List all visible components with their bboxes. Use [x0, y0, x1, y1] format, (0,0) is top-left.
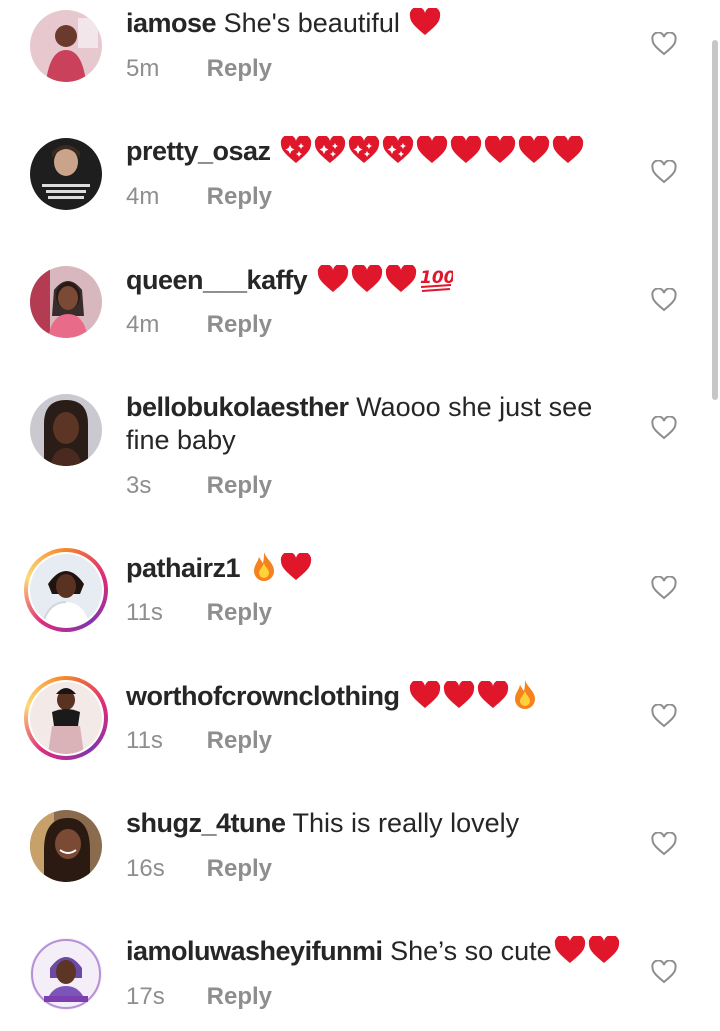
reply-button[interactable]: Reply	[207, 311, 272, 338]
heart-outline-icon[interactable]	[651, 832, 677, 856]
heart-emoji-icon	[482, 136, 516, 166]
fire-emoji-icon	[248, 552, 278, 583]
heart-emoji-icon	[383, 265, 417, 295]
comment-time: 3s	[126, 472, 152, 499]
heart-emoji-icon	[516, 136, 550, 166]
heart-emoji-icon	[349, 265, 383, 295]
comment-text: iamoluwasheyifunmi She’s so cute	[126, 935, 626, 968]
comment-time: 4m	[126, 311, 160, 338]
sparkle-heart-emoji-icon	[312, 136, 346, 166]
avatar[interactable]	[30, 10, 102, 82]
heart-outline-icon[interactable]	[651, 576, 677, 600]
comment-time: 5m	[126, 55, 160, 82]
avatar[interactable]	[30, 138, 102, 210]
heart-outline-icon[interactable]	[651, 960, 677, 984]
comment-time: 11s	[126, 727, 163, 754]
avatar[interactable]	[30, 682, 102, 754]
scrollbar[interactable]	[712, 40, 718, 400]
sparkle-heart-emoji-icon	[346, 136, 380, 166]
heart-emoji-icon	[315, 265, 349, 295]
heart-emoji-icon	[441, 681, 475, 711]
heart-outline-icon[interactable]	[651, 416, 677, 440]
heart-emoji-icon	[414, 136, 448, 166]
comment-time: 16s	[126, 855, 165, 882]
sparkle-heart-emoji-icon	[380, 136, 414, 166]
fire-emoji-icon	[509, 680, 539, 711]
reply-button[interactable]: Reply	[207, 599, 272, 626]
comment-body: She’s so cute	[390, 936, 552, 966]
comment-meta: 17s Reply	[126, 983, 272, 1011]
reply-button[interactable]: Reply	[207, 855, 272, 882]
comment-username[interactable]: worthofcrownclothing	[126, 681, 400, 711]
comment-meta: 11s Reply	[126, 599, 272, 627]
comment-time: 11s	[126, 599, 163, 626]
reply-button[interactable]: Reply	[207, 183, 272, 210]
heart-emoji-icon	[407, 681, 441, 711]
comment-text: iamose She's beautiful	[126, 7, 626, 40]
sparkle-heart-emoji-icon	[278, 136, 312, 166]
comment-time: 17s	[126, 983, 165, 1010]
comment-username[interactable]: queen___kaffy	[126, 265, 308, 295]
heart-outline-icon[interactable]	[651, 288, 677, 312]
story-ring[interactable]	[24, 548, 108, 632]
comment-text: shugz_4tune This is really lovely	[126, 807, 626, 840]
reply-button[interactable]: Reply	[207, 983, 272, 1010]
comment-meta: 3s Reply	[126, 472, 272, 500]
reply-button[interactable]: Reply	[207, 727, 272, 754]
comment-meta: 4m Reply	[126, 311, 272, 339]
comment-text: worthofcrownclothing	[126, 679, 626, 713]
story-ring[interactable]	[24, 676, 108, 760]
comment-username[interactable]: shugz_4tune	[126, 808, 286, 838]
heart-emoji-icon	[552, 936, 586, 966]
comment-meta: 4m Reply	[126, 183, 272, 211]
reply-button[interactable]: Reply	[207, 55, 272, 82]
comment-username[interactable]: pathairz1	[126, 553, 241, 583]
heart-emoji-icon	[278, 553, 312, 583]
heart-outline-icon[interactable]	[651, 704, 677, 728]
hundred-points-emoji-icon: 100	[417, 265, 453, 295]
avatar[interactable]	[30, 810, 102, 882]
comment-username[interactable]: iamoluwasheyifunmi	[126, 936, 383, 966]
comment-body: She's beautiful	[223, 8, 400, 38]
reply-button[interactable]: Reply	[207, 472, 272, 499]
avatar[interactable]	[30, 938, 102, 1010]
heart-emoji-icon	[475, 681, 509, 711]
heart-emoji-icon	[550, 136, 584, 166]
comment-meta: 11s Reply	[126, 727, 272, 755]
comment-username[interactable]: bellobukolaesther	[126, 392, 349, 422]
comment-text: queen___kaffy 100	[126, 263, 626, 297]
heart-outline-icon[interactable]	[651, 32, 677, 56]
avatar[interactable]	[30, 266, 102, 338]
comment-username[interactable]: iamose	[126, 8, 217, 38]
comment-text: pretty_osaz	[126, 135, 626, 168]
comment-username[interactable]: pretty_osaz	[126, 136, 271, 166]
comment-meta: 16s Reply	[126, 855, 272, 883]
heart-emoji-icon	[410, 8, 441, 35]
heart-outline-icon[interactable]	[651, 160, 677, 184]
heart-emoji-icon	[448, 136, 482, 166]
comment-time: 4m	[126, 183, 160, 210]
comment-body: This is really lovely	[292, 808, 520, 838]
avatar[interactable]	[30, 394, 102, 466]
heart-emoji-icon	[586, 936, 620, 966]
avatar[interactable]	[30, 554, 102, 626]
comment-text: pathairz1	[126, 551, 626, 585]
comment-meta: 5m Reply	[126, 55, 272, 83]
comment-text: bellobukolaesther Waooo she just see fin…	[126, 391, 626, 457]
